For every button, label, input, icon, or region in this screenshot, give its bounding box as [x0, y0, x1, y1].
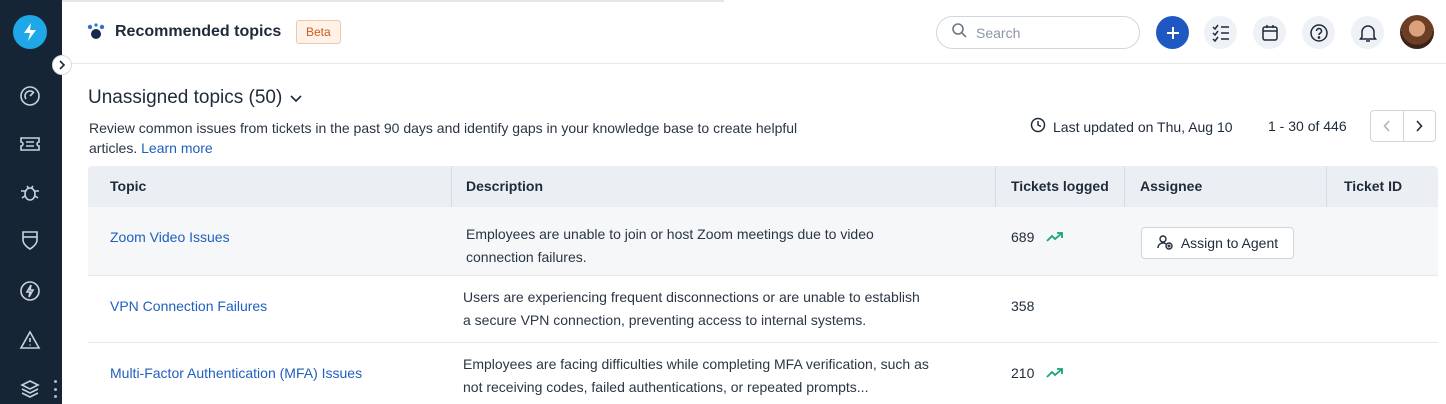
column-divider: [995, 166, 996, 207]
table-header: Topic Description Tickets logged Assigne…: [88, 166, 1438, 207]
section-description: Review common issues from tickets in the…: [89, 118, 849, 158]
unassigned-topics-dropdown[interactable]: Unassigned topics (50): [88, 87, 302, 109]
chevron-down-icon: [290, 87, 302, 109]
description-line: connection failures.: [466, 249, 587, 265]
last-updated: Last updated on Thu, Aug 10: [1030, 117, 1233, 136]
column-header-ticket-id[interactable]: Ticket ID: [1344, 166, 1402, 207]
next-page-button[interactable]: [1404, 111, 1436, 141]
pagination-controls: [1370, 110, 1436, 142]
dashboard-icon[interactable]: [18, 84, 42, 108]
table-row[interactable]: VPN Connection Failures Users are experi…: [88, 276, 1438, 343]
tickets-count: 689: [1011, 229, 1035, 245]
description-line: a secure VPN connection, preventing acce…: [463, 312, 867, 328]
ticket-icon[interactable]: [18, 132, 42, 156]
column-divider: [1326, 166, 1327, 207]
assign-button-label: Assign to Agent: [1180, 235, 1279, 251]
recommended-topics-icon: [86, 22, 106, 42]
topic-link[interactable]: Multi-Factor Authentication (MFA) Issues: [110, 365, 362, 381]
sidebar-toggle-button[interactable]: [52, 55, 72, 75]
trending-up-icon: [1046, 366, 1064, 382]
tickets-logged: 210: [1011, 365, 1064, 382]
column-divider: [451, 166, 452, 207]
table-row[interactable]: Multi-Factor Authentication (MFA) Issues…: [88, 343, 1438, 404]
column-header-description[interactable]: Description: [466, 166, 543, 207]
trending-up-icon: [1046, 230, 1064, 246]
topic-description: Employees are facing difficulties while …: [463, 353, 929, 399]
learn-more-link[interactable]: Learn more: [141, 140, 213, 156]
topic-description: Employees are unable to join or host Zoo…: [466, 223, 874, 269]
top-header: Recommended topics Beta: [62, 0, 1446, 64]
warning-icon[interactable]: [18, 328, 42, 352]
page-title: Recommended topics: [115, 23, 282, 40]
previous-page-button[interactable]: [1371, 111, 1404, 141]
pagination-range: 1 - 30 of 446: [1268, 118, 1347, 134]
search-icon: [951, 22, 967, 43]
shield-icon[interactable]: [18, 228, 42, 252]
description-line: Employees are facing difficulties while …: [463, 356, 929, 372]
more-options-icon[interactable]: [53, 380, 57, 398]
tickets-count: 210: [1011, 365, 1035, 381]
tickets-logged: 358: [1011, 298, 1034, 314]
column-header-tickets-logged[interactable]: Tickets logged: [1011, 166, 1109, 207]
bug-icon[interactable]: [18, 180, 42, 204]
notifications-button[interactable]: [1351, 16, 1384, 49]
clock-icon: [1030, 117, 1046, 136]
calendar-button[interactable]: [1253, 16, 1286, 49]
bolt-icon[interactable]: [18, 279, 42, 303]
app-logo-icon[interactable]: [13, 15, 47, 49]
column-header-topic[interactable]: Topic: [110, 166, 146, 207]
table-row[interactable]: Zoom Video Issues Employees are unable t…: [88, 207, 1438, 276]
search-input[interactable]: [976, 24, 1126, 41]
task-list-button[interactable]: [1204, 16, 1237, 49]
topics-table: Topic Description Tickets logged Assigne…: [88, 166, 1438, 404]
user-avatar[interactable]: [1400, 15, 1434, 49]
create-new-button[interactable]: [1156, 16, 1189, 49]
description-line: not receiving codes, failed authenticati…: [463, 379, 869, 395]
tickets-count: 358: [1011, 298, 1035, 314]
topic-description: Users are experiencing frequent disconne…: [463, 286, 920, 332]
last-updated-text: Last updated on Thu, Aug 10: [1053, 118, 1233, 135]
column-divider: [1124, 166, 1125, 207]
column-header-assignee[interactable]: Assignee: [1140, 166, 1202, 207]
assign-agent-icon: [1157, 234, 1173, 253]
tickets-logged: 689: [1011, 229, 1064, 246]
assign-to-agent-button[interactable]: Assign to Agent: [1141, 227, 1294, 259]
search-box[interactable]: [936, 16, 1140, 49]
layers-icon[interactable]: [18, 377, 42, 401]
description-line: Users are experiencing frequent disconne…: [463, 289, 920, 305]
beta-badge: Beta: [296, 20, 341, 44]
topic-link[interactable]: VPN Connection Failures: [110, 298, 267, 314]
description-line: Employees are unable to join or host Zoo…: [466, 226, 874, 242]
topic-link[interactable]: Zoom Video Issues: [110, 229, 230, 245]
help-button[interactable]: [1302, 16, 1335, 49]
section-title: Unassigned topics (50): [88, 87, 283, 108]
